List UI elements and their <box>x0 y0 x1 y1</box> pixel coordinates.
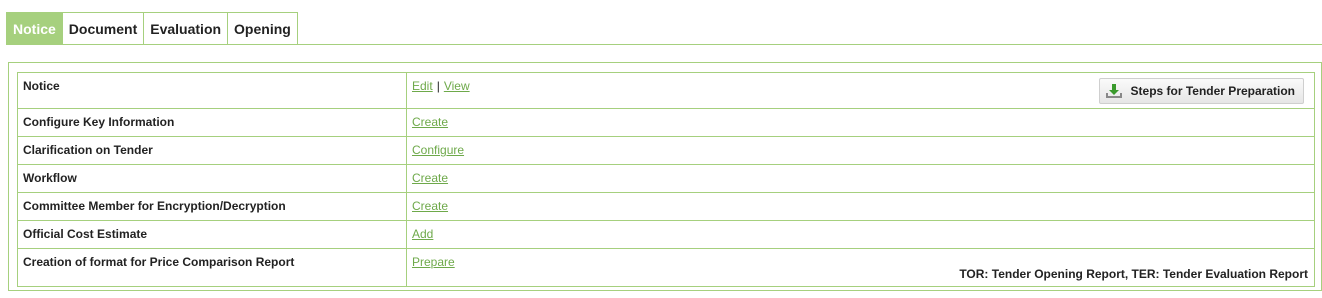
steps-button-label: Steps for Tender Preparation <box>1130 84 1295 98</box>
row-actions: Add <box>406 220 1315 249</box>
table-row: Workflow Create <box>17 164 1315 193</box>
create-key-information-link[interactable]: Create <box>412 115 448 129</box>
report-abbreviation-note: TOR: Tender Opening Report, TER: Tender … <box>959 267 1308 281</box>
tab-bar: Notice Document Evaluation Opening <box>6 12 298 45</box>
steps-for-tender-preparation-button[interactable]: Steps for Tender Preparation <box>1098 78 1304 104</box>
row-actions: Create <box>406 108 1315 137</box>
add-cost-estimate-link[interactable]: Add <box>412 227 433 241</box>
tab-underline <box>6 44 1322 45</box>
tender-actions-table: Notice Edit | View Steps for Tender Prepar… <box>17 72 1315 287</box>
row-actions: Create <box>406 164 1315 193</box>
link-separator: | <box>436 79 440 93</box>
row-label-official-cost-estimate: Official Cost Estimate <box>17 220 407 249</box>
row-label-committee-member: Committee Member for Encryption/Decrypti… <box>17 192 407 221</box>
edit-link[interactable]: Edit <box>412 79 433 93</box>
row-label-price-comparison-report: Creation of format for Price Comparison … <box>17 248 407 287</box>
row-label-notice: Notice <box>17 72 407 109</box>
row-actions: Create <box>406 192 1315 221</box>
row-actions: Configure <box>406 136 1315 165</box>
table-row: Official Cost Estimate Add <box>17 220 1315 249</box>
table-row: Notice Edit | View Steps for Tender Prepar… <box>17 72 1315 109</box>
table-row: Committee Member for Encryption/Decrypti… <box>17 192 1315 221</box>
tab-evaluation[interactable]: Evaluation <box>144 12 229 45</box>
row-actions-notice: Edit | View Steps for Tender Preparation <box>406 72 1315 109</box>
create-committee-member-link[interactable]: Create <box>412 199 448 213</box>
download-icon <box>1105 83 1123 99</box>
tab-opening[interactable]: Opening <box>228 12 298 45</box>
table-row: Creation of format for Price Comparison … <box>17 248 1315 287</box>
row-actions: Prepare TOR: Tender Opening Report, TER:… <box>406 248 1315 287</box>
create-workflow-link[interactable]: Create <box>412 171 448 185</box>
view-link[interactable]: View <box>444 79 470 93</box>
tab-notice[interactable]: Notice <box>6 12 63 45</box>
row-label-configure-key-information: Configure Key Information <box>17 108 407 137</box>
table-row: Configure Key Information Create <box>17 108 1315 137</box>
table-row: Clarification on Tender Configure <box>17 136 1315 165</box>
prepare-price-comparison-link[interactable]: Prepare <box>412 255 455 269</box>
row-label-clarification-on-tender: Clarification on Tender <box>17 136 407 165</box>
row-label-workflow: Workflow <box>17 164 407 193</box>
configure-clarification-link[interactable]: Configure <box>412 143 464 157</box>
tab-document[interactable]: Document <box>62 12 145 45</box>
